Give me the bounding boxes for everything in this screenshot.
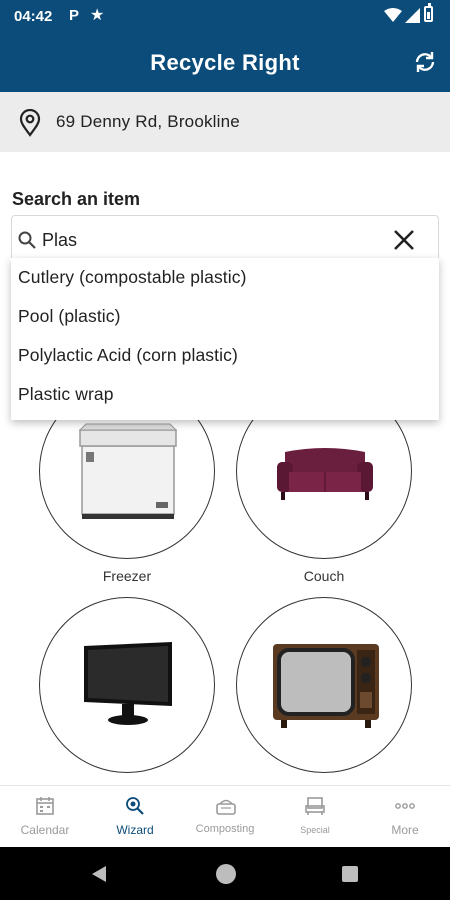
app-bar: Recycle Right <box>0 34 450 92</box>
search-suggestions: Cutlery (compostable plastic) Pool (plas… <box>11 258 439 420</box>
nav-calendar[interactable]: Calendar <box>0 786 90 848</box>
tv-image <box>273 644 379 728</box>
search-input[interactable] <box>42 225 382 255</box>
battery-icon <box>424 3 433 22</box>
monitor-image <box>84 642 172 725</box>
composting-icon <box>216 799 236 815</box>
status-time: 04:42 <box>14 8 53 25</box>
close-icon[interactable] <box>392 228 416 252</box>
item-tv[interactable] <box>236 597 412 773</box>
nav-label: Wizard <box>116 823 154 837</box>
search-icon <box>18 231 36 249</box>
suggestion-item[interactable]: Plastic wrap <box>18 384 114 405</box>
back-icon[interactable] <box>91 865 107 883</box>
address-text: 69 Denny Rd, Brookline <box>56 112 240 131</box>
item-label: Freezer <box>102 568 152 584</box>
nav-label: Composting <box>195 823 255 835</box>
star-icon: ★ <box>90 7 105 24</box>
status-bar: 04:42 P ★ <box>0 0 450 34</box>
special-icon <box>305 797 325 815</box>
more-icon <box>395 803 415 809</box>
location-pin-icon <box>19 109 41 137</box>
nav-label: Calendar <box>20 823 70 837</box>
calendar-icon <box>36 797 54 815</box>
item-label: Couch <box>303 568 345 584</box>
address-bar[interactable]: 69 Denny Rd, Brookline <box>0 92 450 152</box>
nav-wizard[interactable]: Wizard <box>90 786 180 848</box>
suggestion-item[interactable]: Polylactic Acid (corn plastic) <box>18 345 238 366</box>
signal-icon <box>405 8 420 23</box>
recents-icon[interactable] <box>342 866 358 882</box>
wifi-icon <box>384 8 402 22</box>
nav-more[interactable]: More <box>360 786 450 848</box>
app-title: Recycle Right <box>150 50 300 75</box>
bottom-nav: Calendar Wizard Composting Special More <box>0 785 450 847</box>
suggestion-item[interactable]: Pool (plastic) <box>18 306 121 327</box>
nav-label: Special <box>300 825 330 835</box>
refresh-icon[interactable] <box>412 49 438 75</box>
system-nav-bar <box>0 847 450 900</box>
nav-composting[interactable]: Composting <box>180 786 270 848</box>
search-box[interactable] <box>11 215 439 263</box>
nav-special[interactable]: Special <box>270 786 360 848</box>
wizard-search-icon <box>126 797 144 815</box>
home-icon[interactable] <box>216 864 236 884</box>
item-monitor[interactable] <box>39 597 215 773</box>
couch-image <box>277 448 373 500</box>
nav-label: More <box>391 823 419 837</box>
search-label: Search an item <box>12 189 141 209</box>
suggestion-item[interactable]: Cutlery (compostable plastic) <box>18 267 247 288</box>
parking-icon: P <box>69 7 80 24</box>
freezer-image <box>78 423 178 519</box>
